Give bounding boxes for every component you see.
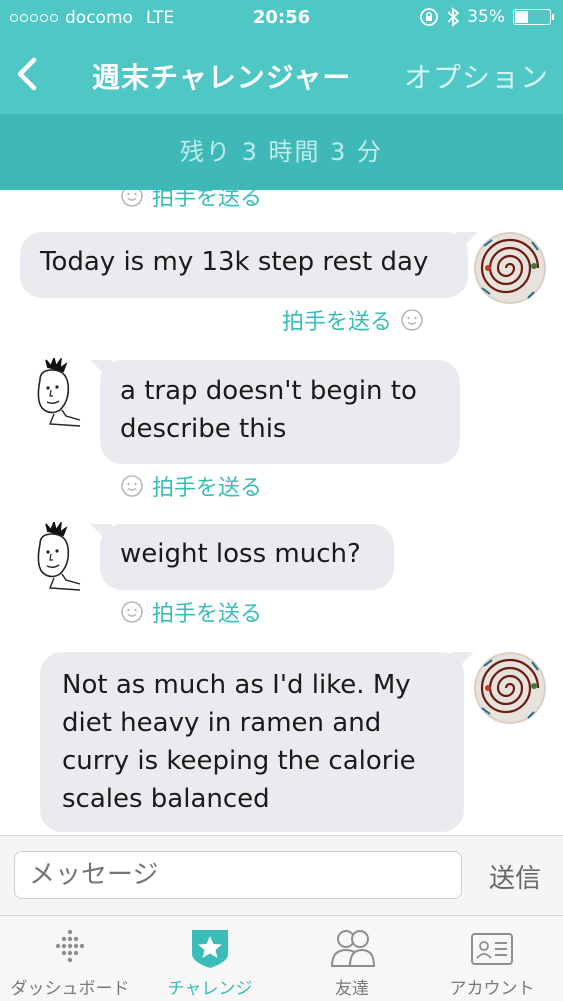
avatar[interactable] [24, 522, 86, 594]
message-composer: 送信 [0, 835, 563, 916]
send-applause-label: 拍手を送る [282, 310, 393, 335]
smiley-icon [121, 190, 143, 207]
send-applause-label: 拍手を送る [152, 190, 263, 211]
send-applause-button[interactable]: 拍手を送る [120, 596, 262, 628]
message-input[interactable] [14, 851, 462, 899]
dashboard-dots-icon [55, 929, 85, 963]
tab-dashboard[interactable]: ダッシュボード [0, 916, 140, 1001]
page-title: 週末チャレンジャー [92, 61, 352, 94]
send-applause-label: 拍手を送る [152, 476, 263, 501]
avatar[interactable] [474, 232, 546, 304]
status-right: 35% [419, 7, 554, 27]
smiley-icon [121, 601, 143, 623]
avatar[interactable] [24, 358, 86, 430]
send-button[interactable]: 送信 [489, 858, 541, 895]
tab-friends[interactable]: 友達 [282, 916, 422, 1001]
message-bubble: Today is my 13k step rest day [20, 232, 468, 298]
account-card-icon [471, 933, 513, 965]
avatar[interactable] [474, 652, 546, 724]
battery-icon [513, 9, 554, 25]
bluetooth-icon [447, 7, 460, 27]
send-applause-button[interactable]: 拍手を送る [282, 304, 424, 336]
orientation-lock-icon [420, 8, 439, 26]
battery-percent: 35% [467, 7, 505, 27]
swirl-avatar-image [474, 652, 546, 724]
message-text: Not as much as I'd like. My diet heavy i… [62, 670, 416, 814]
message-text: a trap doesn't begin to describe this [120, 376, 417, 444]
chat-thread[interactable]: 拍手を送る Today is my 13k step rest day 拍手を送… [0, 190, 563, 835]
status-bar: docomo LTE 20:56 35% [0, 0, 563, 38]
message-bubble: weight loss much? [100, 524, 394, 590]
tab-challenge[interactable]: チャレンジ [140, 916, 280, 1001]
back-chevron-icon[interactable] [10, 54, 44, 94]
swirl-avatar-image [474, 232, 546, 304]
time-remaining-banner: 残り 3 時間 3 分 [0, 114, 563, 190]
smiley-icon [121, 475, 143, 497]
challenge-star-icon [192, 930, 228, 968]
smiley-icon [401, 309, 423, 331]
message-text: weight loss much? [120, 539, 361, 569]
message-bubble: a trap doesn't begin to describe this [100, 360, 460, 464]
tab-label: アカウント [449, 979, 535, 999]
tab-label: チャレンジ [167, 979, 253, 999]
nav-bar: 週末チャレンジャー オプション [0, 38, 563, 114]
friends-icon [330, 930, 376, 967]
tab-bar: ダッシュボード チャレンジ 友達 アカウント [0, 915, 563, 1001]
tab-label: 友達 [335, 979, 369, 999]
tab-account[interactable]: アカウント [422, 916, 562, 1001]
message-bubble: Not as much as I'd like. My diet heavy i… [40, 652, 464, 832]
options-button[interactable]: オプション [404, 56, 549, 96]
send-applause-button[interactable]: 拍手を送る [120, 190, 262, 212]
send-applause-label: 拍手を送る [152, 602, 263, 627]
send-applause-button[interactable]: 拍手を送る [120, 470, 262, 502]
message-text: Today is my 13k step rest day [40, 247, 429, 277]
tab-label: ダッシュボード [10, 979, 130, 999]
